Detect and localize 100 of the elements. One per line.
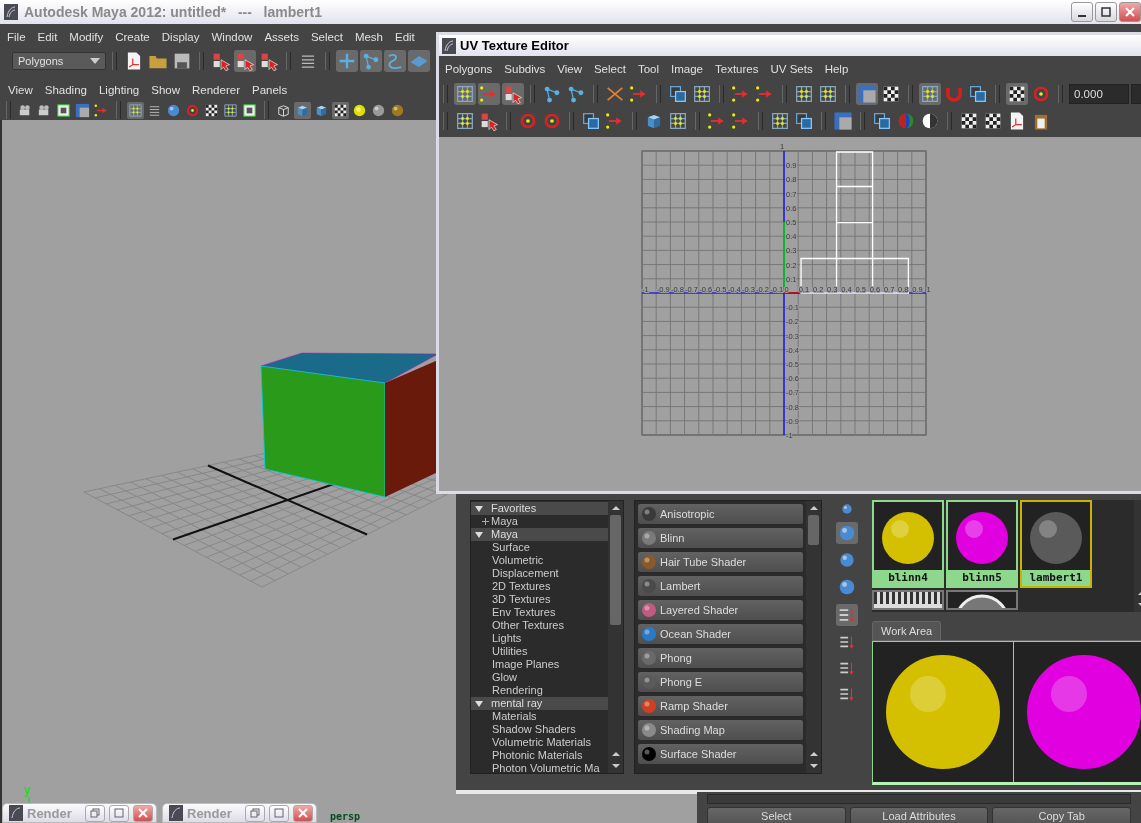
material-swatch[interactable]: blinn4 bbox=[872, 500, 944, 588]
tree-item[interactable]: Glow bbox=[471, 671, 608, 684]
menu-set-dropdown[interactable]: Polygons bbox=[12, 52, 106, 70]
expand-icon[interactable] bbox=[475, 504, 483, 513]
close-button[interactable] bbox=[133, 804, 153, 822]
tree-item[interactable]: Shadow Shaders bbox=[471, 723, 608, 736]
grid-icon[interactable] bbox=[127, 101, 144, 119]
menu-item[interactable]: Assets bbox=[258, 31, 305, 43]
maximize-button[interactable] bbox=[1095, 2, 1117, 22]
attribute-button[interactable]: Select bbox=[707, 807, 846, 823]
shader-button[interactable]: Ramp Shader bbox=[637, 695, 804, 717]
tree-item[interactable]: 2D Textures bbox=[471, 580, 608, 593]
restore-button[interactable] bbox=[85, 804, 105, 822]
menu-item[interactable]: Create bbox=[109, 31, 156, 43]
menu-item[interactable]: Subdivs bbox=[498, 63, 552, 75]
cursor-icon[interactable] bbox=[502, 83, 524, 105]
restore-button[interactable] bbox=[245, 804, 265, 822]
attribute-button[interactable]: Load Attributes bbox=[849, 807, 989, 823]
tree-item[interactable]: Displacement bbox=[471, 567, 608, 580]
sphere-icon[interactable] bbox=[837, 550, 857, 570]
menu-item[interactable]: Select bbox=[304, 31, 349, 43]
squares-icon[interactable] bbox=[871, 110, 893, 132]
shader-button[interactable]: Phong E bbox=[637, 671, 804, 693]
close-button[interactable] bbox=[1119, 2, 1141, 22]
shader-button[interactable]: Blinn bbox=[637, 527, 804, 549]
tree-item[interactable]: Maya bbox=[471, 515, 608, 528]
tree-item[interactable]: Photonic Materials bbox=[471, 749, 608, 762]
shader-button[interactable]: Shading Map bbox=[637, 719, 804, 741]
menu-item[interactable]: Lighting bbox=[92, 84, 146, 96]
menu-item[interactable]: Textures bbox=[709, 63, 765, 75]
menu-item[interactable]: Modify bbox=[63, 31, 110, 43]
tree-item[interactable]: Utilities bbox=[471, 645, 608, 658]
menu-item[interactable]: Display bbox=[155, 31, 206, 43]
grid-icon[interactable] bbox=[454, 110, 476, 132]
grid-icon[interactable] bbox=[222, 101, 239, 119]
tree-item[interactable]: Favorites bbox=[471, 502, 608, 515]
menu-item[interactable]: Panels bbox=[245, 84, 294, 96]
material-swatch[interactable] bbox=[946, 590, 1018, 610]
shader-button[interactable]: Layered Shader bbox=[637, 599, 804, 621]
number-field[interactable] bbox=[1131, 84, 1141, 104]
menu-item[interactable]: Mesh bbox=[348, 31, 389, 43]
expand-icon[interactable] bbox=[475, 530, 483, 539]
menu-item[interactable]: Edit bbox=[389, 31, 421, 43]
material-swatch[interactable]: lambert1 bbox=[1020, 500, 1092, 588]
curve-icon[interactable] bbox=[384, 50, 406, 72]
tree-item[interactable]: mental ray bbox=[471, 697, 608, 710]
sort-icon[interactable] bbox=[836, 604, 858, 626]
grid-icon[interactable] bbox=[454, 83, 476, 105]
picture-icon[interactable] bbox=[832, 110, 854, 132]
cube-icon[interactable] bbox=[294, 101, 311, 119]
material-swatch[interactable]: blinn5 bbox=[946, 500, 1018, 588]
menu-item[interactable]: UV Sets bbox=[764, 63, 819, 75]
expand-icon[interactable] bbox=[482, 518, 489, 525]
scroll-thumb[interactable] bbox=[610, 515, 621, 625]
tree-item[interactable]: 3D Textures bbox=[471, 593, 608, 606]
shader-button[interactable]: Phong bbox=[637, 647, 804, 669]
menu-item[interactable]: Help bbox=[818, 63, 855, 75]
number-field[interactable]: 0.000 bbox=[1069, 84, 1129, 104]
menu-item[interactable]: Image bbox=[665, 63, 709, 75]
menu-item[interactable]: View bbox=[2, 84, 39, 96]
work-area-tab[interactable]: Work Area bbox=[872, 621, 942, 640]
minimize-button[interactable] bbox=[1071, 2, 1093, 22]
squares-icon[interactable] bbox=[667, 83, 689, 105]
grid-icon[interactable] bbox=[919, 83, 941, 105]
sphere-icon[interactable] bbox=[840, 502, 854, 516]
scrollbar[interactable] bbox=[806, 501, 821, 773]
plus-icon[interactable] bbox=[336, 50, 358, 72]
shader-button[interactable]: Ocean Shader bbox=[637, 623, 804, 645]
menu-item[interactable]: Polygons bbox=[439, 63, 499, 75]
menu-item[interactable]: Tool bbox=[631, 63, 666, 75]
squares-icon[interactable] bbox=[580, 110, 602, 132]
squares-icon[interactable] bbox=[967, 83, 989, 105]
tree-item[interactable]: Other Textures bbox=[471, 619, 608, 632]
menu-item[interactable]: Shading bbox=[38, 84, 93, 96]
close-button[interactable] bbox=[293, 804, 313, 822]
frame-icon[interactable] bbox=[55, 101, 72, 119]
scrollbar[interactable] bbox=[608, 501, 623, 773]
shader-button[interactable]: Hair Tube Shader bbox=[637, 551, 804, 573]
menu-item[interactable]: Show bbox=[145, 84, 186, 96]
menu-item[interactable]: Select bbox=[587, 63, 632, 75]
tree-item[interactable]: Surface bbox=[471, 541, 608, 554]
tree-item[interactable]: Photon Volumetric Ma bbox=[471, 762, 608, 775]
squares-icon[interactable] bbox=[793, 110, 815, 132]
cursor-icon[interactable] bbox=[234, 50, 256, 72]
shader-button[interactable]: Lambert bbox=[637, 575, 804, 597]
grid-icon[interactable] bbox=[691, 83, 713, 105]
tree-item[interactable]: Volumetric bbox=[471, 554, 608, 567]
grid-icon[interactable] bbox=[769, 110, 791, 132]
grid-icon[interactable] bbox=[793, 83, 815, 105]
grid-icon[interactable] bbox=[817, 83, 839, 105]
tree-item[interactable]: Env Textures bbox=[471, 606, 608, 619]
menu-item[interactable]: Window bbox=[205, 31, 259, 43]
shader-button[interactable]: Anisotropic bbox=[637, 503, 804, 525]
picture-icon[interactable] bbox=[74, 101, 91, 119]
attribute-button[interactable]: Copy Tab bbox=[992, 807, 1131, 823]
frame-icon[interactable] bbox=[241, 101, 258, 119]
grid-icon[interactable] bbox=[667, 110, 689, 132]
menu-item[interactable]: Edit bbox=[31, 31, 64, 43]
scroll-thumb[interactable] bbox=[808, 515, 819, 545]
menu-item[interactable]: File bbox=[1, 31, 32, 43]
